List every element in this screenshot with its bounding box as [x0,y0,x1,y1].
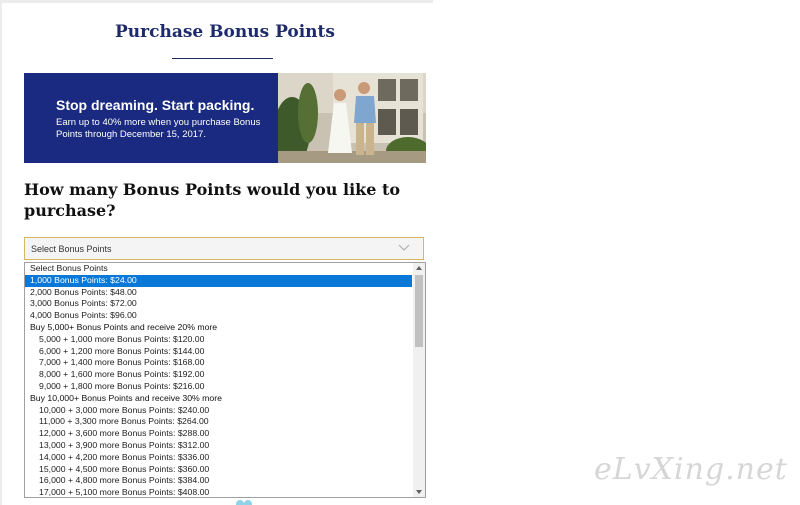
option-group-label: Buy 5,000+ Bonus Points and receive 20% … [30,321,218,332]
option-group-label: Buy 10,000+ Bonus Points and receive 30%… [30,392,222,403]
bonus-points-question: How many Bonus Points would you like to … [24,180,401,220]
select-option[interactable]: 9,000 + 1,800 more Bonus Points: $216.00 [25,381,412,393]
select-option[interactable]: 11,000 + 3,300 more Bonus Points: $264.0… [25,416,412,428]
left-divider [0,0,2,505]
title-underline [172,58,273,59]
options-container: Select Bonus Points 1,000 Bonus Points: $… [25,263,425,497]
select-option[interactable]: 8,000 + 1,600 more Bonus Points: $192.00 [25,369,412,381]
select-option[interactable]: 15,000 + 4,500 more Bonus Points: $360.0… [25,464,412,476]
site-watermark: eLvXing.net [594,452,788,487]
select-option[interactable]: 7,000 + 1,400 more Bonus Points: $168.00 [25,357,412,369]
select-option[interactable]: 5,000 + 1,000 more Bonus Points: $120.00 [25,334,412,346]
scroll-down-arrow-icon[interactable] [416,490,422,494]
select-option[interactable]: 17,000 + 5,100 more Bonus Points: $408.0… [25,487,412,497]
select-option[interactable]: 2,000 Bonus Points: $48.00 [25,287,412,299]
select-option[interactable]: 4,000 Bonus Points: $96.00 [25,310,412,322]
page-title: Purchase Bonus Points [115,22,335,42]
select-option[interactable]: Select Bonus Points [25,263,412,275]
banner-headline: Stop dreaming. Start packing. [56,97,255,113]
top-divider [0,0,433,3]
banner-subtext: Earn up to 40% more when you purchase Bo… [56,117,261,140]
decorative-dots-icon [236,500,252,505]
scroll-up-arrow-icon[interactable] [416,266,422,270]
promo-banner[interactable]: Stop dreaming. Start packing. Earn up to… [24,73,426,163]
select-option[interactable]: 10,000 + 3,000 more Bonus Points: $240.0… [25,405,412,417]
select-option[interactable]: 14,000 + 4,200 more Bonus Points: $336.0… [25,452,412,464]
scrollbar-thumb[interactable] [415,275,423,347]
couple-photo [278,73,426,163]
select-current-value: Select Bonus Points [31,244,112,254]
select-option[interactable]: 3,000 Bonus Points: $72.00 [25,298,412,310]
select-option[interactable]: 12,000 + 3,600 more Bonus Points: $288.0… [25,428,412,440]
select-option[interactable]: 1,000 Bonus Points: $24.00 [25,274,412,287]
select-option[interactable]: 13,000 + 3,900 more Bonus Points: $312.0… [25,440,412,452]
select-option[interactable]: 16,000 + 4,800 more Bonus Points: $384.0… [25,475,412,487]
list-scrollbar[interactable] [413,263,425,497]
bonus-points-select[interactable]: Select Bonus Points [24,237,424,260]
chevron-down-icon [398,244,410,251]
bonus-points-options-list[interactable]: Select Bonus Points 1,000 Bonus Points: $… [24,262,426,498]
select-option[interactable]: 6,000 + 1,200 more Bonus Points: $144.00 [25,346,412,358]
